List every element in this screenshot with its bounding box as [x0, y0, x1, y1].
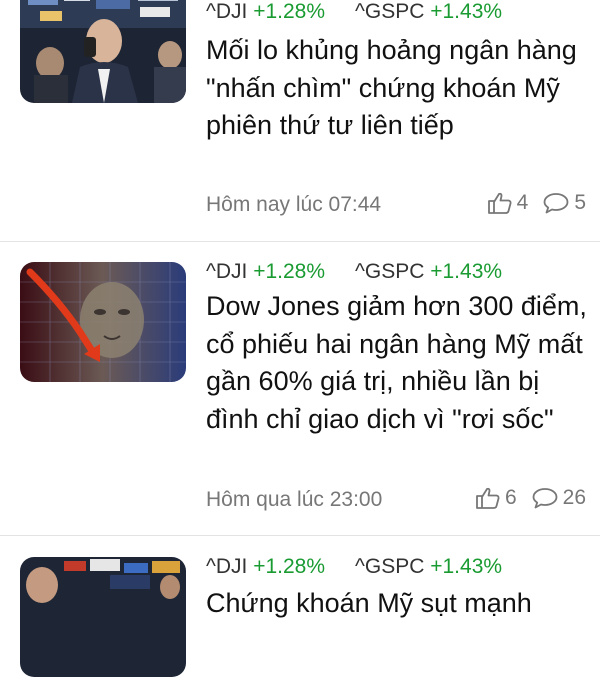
like-button[interactable]: 4 [487, 191, 529, 215]
ticker-symbol: ^DJI [206, 555, 248, 578]
news-article[interactable]: ^DJI +1.28% ^GSPC +1.43% Dow Jones giảm h… [0, 248, 600, 535]
article-stats: 4 5 [473, 191, 586, 215]
like-button[interactable]: 6 [475, 486, 517, 510]
falling-dollar-photo-icon [20, 262, 186, 382]
ticker-list: ^DJI +1.28% ^GSPC +1.43% [206, 260, 502, 284]
news-feed: ^DJI +1.28% ^GSPC +1.43% Mối lo khủng hoả… [0, 0, 600, 677]
thumbs-up-icon [487, 192, 512, 214]
comment-count: 26 [562, 486, 586, 509]
news-article[interactable]: ^DJI +1.28% ^GSPC +1.43% Chứng khoán Mỹ s… [0, 543, 600, 677]
ticker-change: +1.28% [253, 0, 326, 23]
article-thumbnail[interactable] [20, 262, 186, 382]
ticker-item[interactable]: ^GSPC +1.43% [355, 260, 502, 283]
comment-icon [532, 488, 558, 509]
article-time: Hôm nay lúc 07:44 [206, 193, 382, 216]
article-thumbnail[interactable] [20, 557, 186, 677]
like-count: 6 [504, 486, 517, 509]
comment-button[interactable]: 26 [531, 486, 586, 510]
trader-photo-icon [20, 0, 186, 103]
ticker-symbol: ^GSPC [355, 555, 425, 578]
ticker-item[interactable]: ^GSPC +1.43% [355, 555, 502, 578]
divider [0, 535, 600, 536]
ticker-change: +1.28% [253, 260, 326, 283]
article-meta: Hôm nay lúc 07:44 4 5 [206, 191, 586, 221]
ticker-item[interactable]: ^DJI +1.28% [206, 555, 325, 578]
news-article[interactable]: ^DJI +1.28% ^GSPC +1.43% Mối lo khủng hoả… [0, 0, 600, 241]
article-title[interactable]: Mối lo khủng hoảng ngân hàng "nhấn chìm"… [206, 32, 594, 145]
article-thumbnail[interactable] [20, 0, 186, 103]
ticker-change: +1.28% [253, 555, 326, 578]
thumbs-up-icon [476, 487, 500, 509]
ticker-list: ^DJI +1.28% ^GSPC +1.43% [206, 555, 502, 579]
article-title[interactable]: Chứng khoán Mỹ sụt mạnh [206, 585, 594, 623]
ticker-change: +1.43% [430, 260, 503, 283]
comment-icon [543, 193, 569, 214]
article-time: Hôm qua lúc 23:00 [206, 488, 383, 511]
ticker-symbol: ^DJI [206, 0, 248, 23]
divider [0, 241, 600, 242]
ticker-change: +1.43% [430, 555, 503, 578]
like-count: 4 [516, 191, 529, 214]
ticker-symbol: ^GSPC [355, 260, 425, 283]
article-title[interactable]: Dow Jones giảm hơn 300 điểm, cổ phiếu ha… [206, 288, 594, 438]
ticker-item[interactable]: ^DJI +1.28% [206, 260, 325, 283]
ticker-symbol: ^GSPC [355, 0, 425, 23]
trading-floor-photo-icon [20, 557, 186, 677]
ticker-item[interactable]: ^DJI +1.28% [206, 0, 325, 23]
ticker-item[interactable]: ^GSPC +1.43% [355, 0, 502, 23]
ticker-change: +1.43% [430, 0, 503, 23]
article-meta: Hôm qua lúc 23:00 6 26 [206, 486, 586, 516]
ticker-symbol: ^DJI [206, 260, 248, 283]
article-stats: 6 26 [461, 486, 586, 510]
ticker-list: ^DJI +1.28% ^GSPC +1.43% [206, 0, 502, 24]
comment-count: 5 [574, 191, 586, 214]
comment-button[interactable]: 5 [542, 191, 586, 215]
